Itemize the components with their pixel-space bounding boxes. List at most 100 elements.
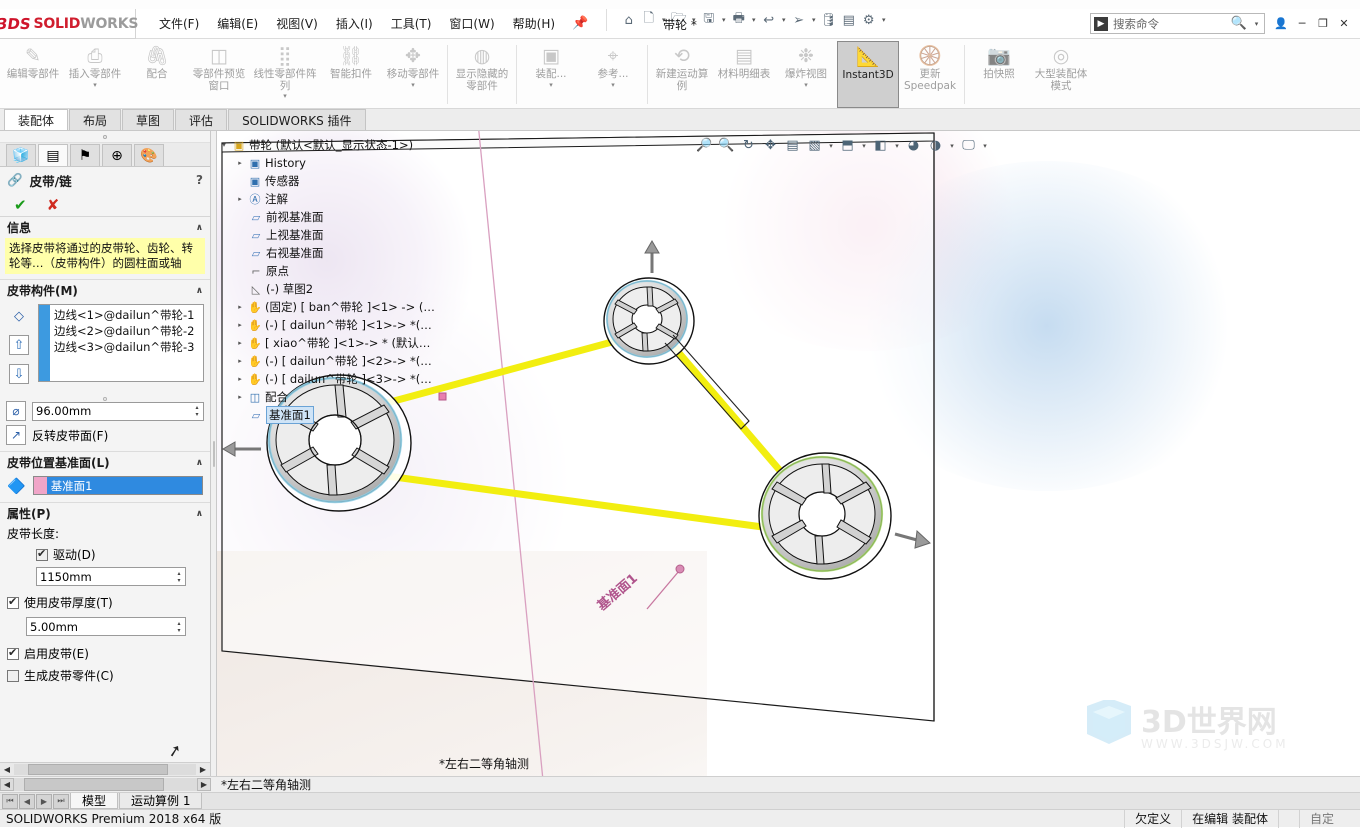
print-caret-icon[interactable]: ▾ bbox=[749, 16, 758, 24]
tree-node-component-dailun-2[interactable]: ▸ ✋ (-) [ dailun^带轮 ]<2>-> *(… bbox=[219, 352, 489, 370]
status-custom[interactable]: 自定 bbox=[1298, 809, 1344, 828]
take-snapshot-button[interactable]: 📷 拍快照 bbox=[968, 41, 1030, 108]
expander-icon[interactable]: ▸ bbox=[235, 357, 245, 365]
message-section-header[interactable]: 信息 ∧ bbox=[0, 217, 210, 238]
chevron-up-icon[interactable]: ∧ bbox=[196, 223, 203, 233]
chevron-up-icon[interactable]: ∧ bbox=[196, 458, 203, 468]
tab-model[interactable]: 模型 bbox=[70, 793, 119, 809]
chevron-up-icon[interactable]: ∧ bbox=[196, 509, 203, 519]
tree-node-front-plane[interactable]: ▱ 前视基准面 bbox=[219, 208, 489, 226]
panel-resize-handle[interactable] bbox=[0, 131, 210, 143]
search-icon[interactable]: 🔍 bbox=[1231, 16, 1247, 31]
move-component-dropdown-icon[interactable]: ▾ bbox=[411, 81, 415, 89]
create-belt-part-checkbox[interactable] bbox=[7, 669, 19, 682]
search-input[interactable]: ▶ 搜索命令 🔍 ▾ bbox=[1090, 13, 1265, 34]
reference-geometry-button[interactable]: ⌖ 参考... ▾ bbox=[582, 41, 644, 108]
list-item[interactable]: 边线<2>@dailun^带轮-2 bbox=[54, 323, 195, 339]
tab-sketch[interactable]: 草图 bbox=[122, 109, 175, 130]
view-orientation-icon[interactable]: ⬒ bbox=[838, 136, 857, 155]
belt-diameter-input[interactable]: 96.00mm ▴ ▾ bbox=[32, 401, 204, 421]
expander-icon[interactable]: ▸ bbox=[235, 375, 245, 383]
expander-icon[interactable]: ▸ bbox=[235, 159, 245, 167]
insert-components-button[interactable]: ⎙ 插入零部件 ▾ bbox=[64, 41, 126, 108]
large-assembly-mode-button[interactable]: ◎ 大型装配体模式 bbox=[1030, 41, 1092, 108]
list-item[interactable]: 边线<1>@dailun^带轮-1 bbox=[54, 307, 195, 323]
pushpin-icon[interactable]: 📌 bbox=[572, 16, 588, 31]
driving-checkbox-row[interactable]: 驱动(D) bbox=[0, 544, 210, 565]
select-caret-icon[interactable]: ▾ bbox=[809, 16, 818, 24]
help-icon[interactable]: ? bbox=[196, 173, 203, 187]
move-up-arrow-icon[interactable]: ⇧ bbox=[9, 335, 29, 355]
accept-checkmark-icon[interactable]: ✔ bbox=[14, 196, 27, 214]
tree-node-component-dailun-1[interactable]: ▸ ✋ (-) [ dailun^带轮 ]<1>-> *(… bbox=[219, 316, 489, 334]
listbox-resize-handle[interactable] bbox=[0, 390, 210, 401]
component-preview-window-button[interactable]: ◫ 零部件预览窗口 bbox=[188, 41, 250, 108]
menu-insert[interactable]: 插入(I) bbox=[327, 10, 382, 37]
new-document-icon[interactable]: 🗋 bbox=[639, 11, 658, 30]
zoom-to-fit-icon[interactable]: 🔎 bbox=[695, 136, 714, 155]
smart-fasteners-button[interactable]: ⛓ 智能扣件 bbox=[320, 41, 382, 108]
tab-motion-study-1[interactable]: 运动算例 1 bbox=[119, 793, 203, 809]
tree-node-component-xiao[interactable]: ▸ ✋ [ xiao^带轮 ]<1>-> * (默认… bbox=[219, 334, 489, 352]
file-properties-icon[interactable]: ▤ bbox=[839, 11, 858, 30]
expander-icon[interactable]: ▾ bbox=[219, 141, 229, 149]
flip-belt-side-row[interactable]: ↗ 反转皮带面(F) bbox=[0, 423, 210, 451]
home-icon[interactable]: ⌂ bbox=[619, 11, 638, 30]
tab-assembly[interactable]: 装配体 bbox=[4, 109, 69, 130]
tree-node-top-plane[interactable]: ▱ 上视基准面 bbox=[219, 226, 489, 244]
tree-node-mates[interactable]: ▸ ◫ 配合 bbox=[219, 388, 489, 406]
tree-node-sensors[interactable]: ▣ 传感器 bbox=[219, 172, 489, 190]
search-caret-icon[interactable]: ▾ bbox=[1252, 20, 1261, 28]
menu-window[interactable]: 窗口(W) bbox=[440, 10, 503, 37]
options-icon[interactable]: ⚙ bbox=[859, 11, 878, 30]
belt-location-plane-header[interactable]: 皮带位置基准面(L) ∧ bbox=[0, 452, 210, 473]
rebuild-icon[interactable]: 🛢 bbox=[819, 11, 838, 30]
first-tab-icon[interactable]: ⏮ bbox=[2, 793, 18, 809]
expander-icon[interactable]: ▸ bbox=[235, 321, 245, 329]
tree-node-sketch2[interactable]: ◺ (-) 草图2 bbox=[219, 280, 489, 298]
save-icon[interactable]: 🖫 bbox=[699, 11, 718, 30]
display-style-caret-icon[interactable]: ▾ bbox=[893, 142, 901, 150]
tree-hscrollbar[interactable]: ◀ ▶ bbox=[0, 777, 211, 793]
expander-icon[interactable]: ▸ bbox=[235, 339, 245, 347]
feature-manager-tab[interactable]: 🧊 bbox=[6, 144, 36, 166]
tree-node-plane1[interactable]: ▱ 基准面1 bbox=[219, 406, 489, 424]
scroll-left-icon[interactable]: ◀ bbox=[0, 778, 14, 791]
chevron-up-icon[interactable]: ∧ bbox=[196, 286, 203, 296]
hide-show-items-icon[interactable]: ◕ bbox=[904, 136, 923, 155]
edit-component-button[interactable]: ✎ 编辑零部件 bbox=[2, 41, 64, 108]
apply-scene-caret-icon[interactable]: ▾ bbox=[948, 142, 956, 150]
spinner-arrows-icon[interactable]: ▴ ▾ bbox=[192, 403, 202, 420]
scroll-right-icon[interactable]: ▶ bbox=[196, 765, 210, 774]
display-style-icon[interactable]: ◧ bbox=[871, 136, 890, 155]
display-manager-tab[interactable]: 🎨 bbox=[134, 144, 164, 166]
scroll-thumb[interactable] bbox=[24, 778, 164, 791]
feature-manager-tree[interactable]: ▾ ▣ 带轮 (默认<默认_显示状态-1>) ▸ ▣ History ▣ 传感器… bbox=[219, 136, 489, 424]
save-caret-icon[interactable]: ▾ bbox=[719, 16, 728, 24]
use-belt-thickness-checkbox[interactable] bbox=[7, 595, 19, 609]
mate-button[interactable]: 🖇 配合 bbox=[126, 41, 188, 108]
pan-icon[interactable]: ✥ bbox=[761, 136, 780, 155]
scroll-left-icon[interactable]: ◀ bbox=[0, 765, 14, 774]
last-tab-icon[interactable]: ⏭ bbox=[53, 793, 69, 809]
update-speedpak-button[interactable]: 🛞 更新 Speedpak bbox=[899, 41, 961, 108]
tab-layout[interactable]: 布局 bbox=[69, 109, 122, 130]
tree-node-component-ban[interactable]: ▸ ✋ (固定) [ ban^带轮 ]<1> -> (… bbox=[219, 298, 489, 316]
linear-component-pattern-dropdown-icon[interactable]: ▾ bbox=[283, 93, 287, 100]
tree-node-history[interactable]: ▸ ▣ History bbox=[219, 154, 489, 172]
property-manager-hscrollbar[interactable]: ◀ ▶ bbox=[0, 762, 210, 776]
reference-geometry-dropdown-icon[interactable]: ▾ bbox=[611, 81, 615, 89]
scroll-track[interactable] bbox=[14, 778, 197, 791]
assembly-features-dropdown-icon[interactable]: ▾ bbox=[549, 81, 553, 89]
insert-components-dropdown-icon[interactable]: ▾ bbox=[93, 81, 97, 89]
tab-solidworks-addins[interactable]: SOLIDWORKS 插件 bbox=[228, 109, 366, 130]
new-motion-study-button[interactable]: ⟲ 新建运动算例 bbox=[651, 41, 713, 108]
graphics-area[interactable]: 🔎 🔍 ↻ ✥ ▤ ▧ ▾ ⬒ ▾ ◧ ▾ ◕ ◑ ▾ 🖵 ▾ ▾ ▣ 带轮 (默认<默认… bbox=[217, 131, 1360, 776]
expander-icon[interactable]: ▸ bbox=[235, 195, 245, 203]
driving-checkbox[interactable] bbox=[36, 547, 48, 561]
move-down-arrow-icon[interactable]: ⇩ bbox=[9, 364, 29, 384]
instant3d-button[interactable]: 📐 Instant3D bbox=[837, 41, 899, 108]
tree-node-annotations[interactable]: ▸ Ⓐ 注解 bbox=[219, 190, 489, 208]
tab-evaluate[interactable]: 评估 bbox=[175, 109, 228, 130]
exploded-view-button[interactable]: ❉ 爆炸视图 ▾ bbox=[775, 41, 837, 108]
